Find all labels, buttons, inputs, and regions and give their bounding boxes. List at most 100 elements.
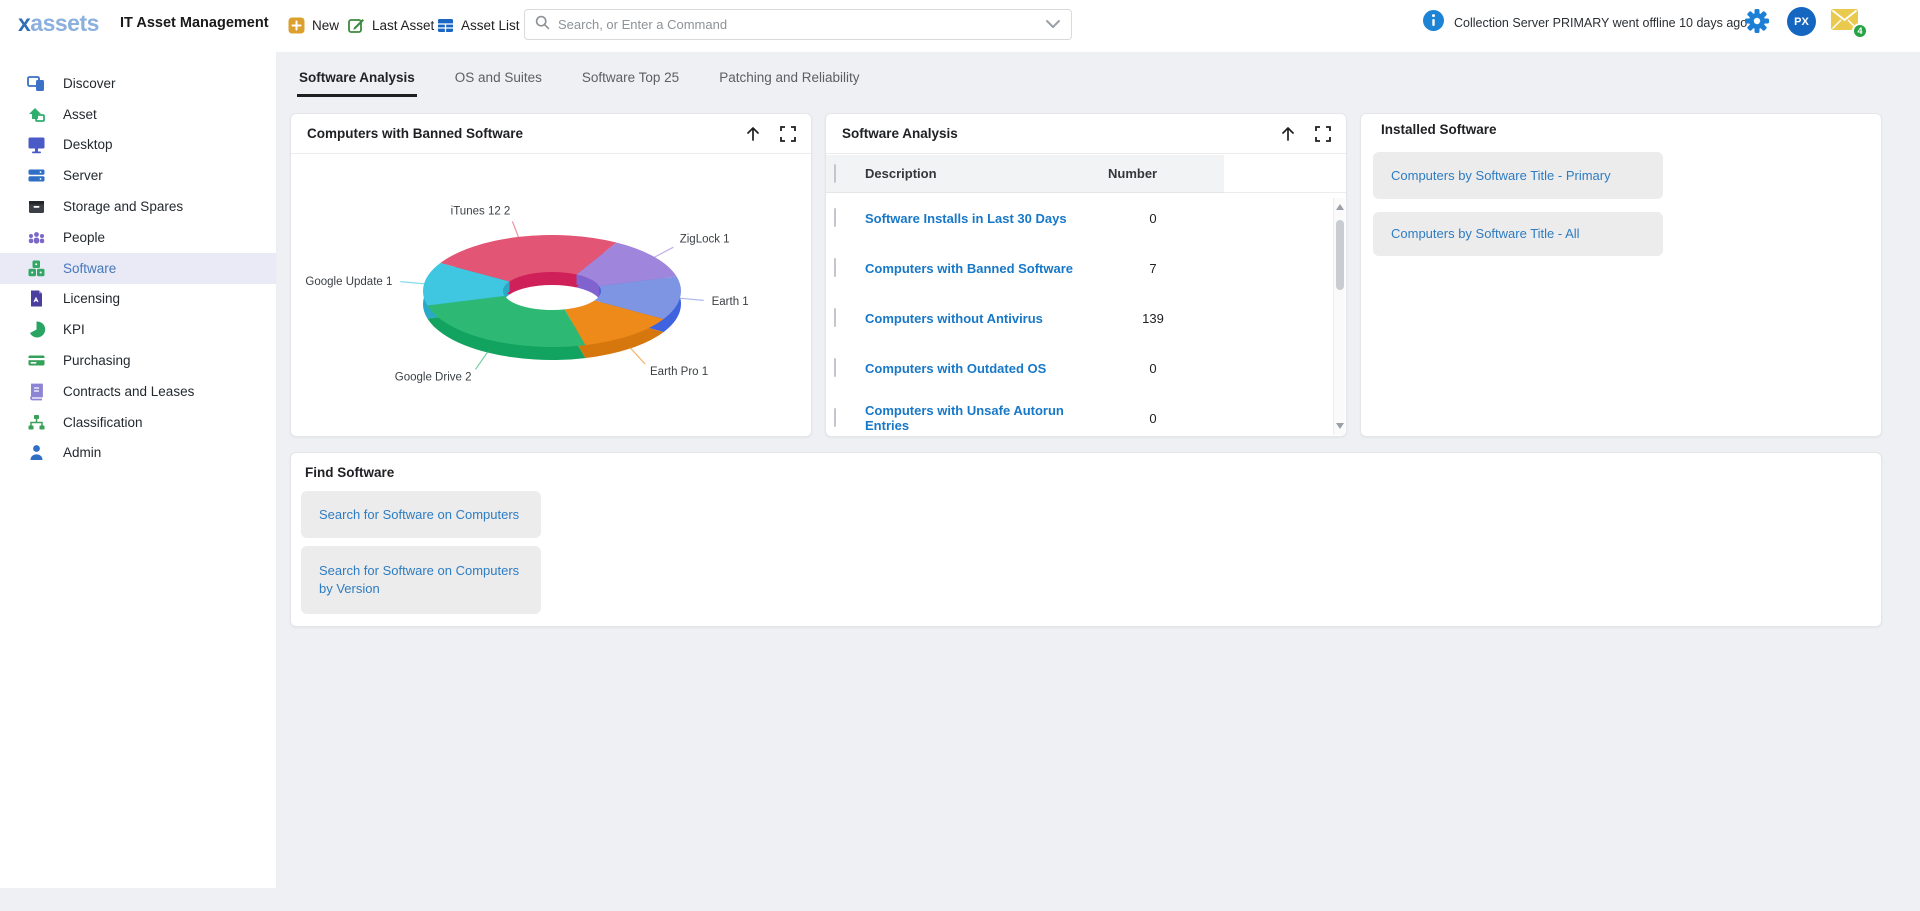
select-all-checkbox[interactable]: [834, 164, 836, 183]
table-row: Software Installs in Last 30 Days 0: [826, 193, 1346, 243]
report-link[interactable]: Computers with Banned Software: [858, 261, 1108, 276]
export-up-arrow-icon[interactable]: [1279, 125, 1297, 143]
new-button[interactable]: New: [288, 12, 339, 38]
search-software-on-computers-button[interactable]: Search for Software on Computers: [301, 491, 541, 538]
chevron-down-icon[interactable]: [1045, 16, 1061, 34]
tab-patching-and-reliability[interactable]: Patching and Reliability: [717, 62, 861, 97]
classification-tree-icon: [27, 413, 46, 432]
edit-icon: [348, 17, 365, 34]
sidebar-item-label: Storage and Spares: [63, 199, 183, 214]
chart-slice-label: Earth 1: [712, 296, 749, 308]
report-link[interactable]: Computers without Antivirus: [858, 311, 1108, 326]
sidebar-item-server[interactable]: Server: [0, 160, 276, 191]
card-title: Software Analysis: [842, 126, 958, 141]
logo-x: x: [18, 10, 30, 36]
app-title: IT Asset Management: [120, 15, 269, 31]
sidebar-item-discover[interactable]: Discover: [0, 68, 276, 99]
sidebar-item-purchasing[interactable]: Purchasing: [0, 345, 276, 376]
logo-rest: assets: [30, 10, 99, 36]
report-link[interactable]: Computers with Unsafe Autorun Entries: [858, 403, 1108, 433]
row-checkbox[interactable]: [834, 358, 836, 377]
row-checkbox[interactable]: [834, 308, 836, 327]
desktop-icon: [27, 135, 46, 154]
find-software-card: Find Software Search for Software on Com…: [290, 452, 1882, 627]
report-link[interactable]: Computers with Outdated OS: [858, 361, 1108, 376]
storage-box-icon: [27, 197, 46, 216]
sidebar-item-storage-and-spares[interactable]: Storage and Spares: [0, 191, 276, 222]
kpi-pie-icon: [27, 320, 46, 339]
chart-slice-label: iTunes 12 2: [451, 206, 511, 218]
sidebar-item-label: KPI: [63, 322, 85, 337]
report-link[interactable]: Software Installs in Last 30 Days: [858, 211, 1108, 226]
table-scrollbar[interactable]: [1333, 198, 1345, 435]
card-title: Installed Software: [1381, 122, 1497, 137]
bottom-strip: [0, 888, 277, 911]
table-row: Computers with Outdated OS 0: [826, 343, 1346, 393]
server-icon: [27, 166, 46, 185]
column-header-description[interactable]: Description: [858, 166, 1108, 181]
search-icon: [535, 15, 550, 35]
chart-slice-label: Google Drive 2: [395, 372, 472, 384]
scroll-down-arrow-icon[interactable]: [1336, 423, 1344, 431]
top-bar: xassets IT Asset Management New Last Ass…: [0, 0, 1920, 52]
sidebar-item-desktop[interactable]: Desktop: [0, 130, 276, 161]
scroll-up-arrow-icon[interactable]: [1336, 202, 1344, 210]
last-asset-button-label: Last Asset: [372, 18, 434, 33]
scrollbar-thumb[interactable]: [1336, 220, 1344, 290]
row-checkbox[interactable]: [834, 258, 836, 277]
row-checkbox[interactable]: [834, 208, 836, 227]
sidebar-item-asset[interactable]: Asset: [0, 99, 276, 130]
expand-fullscreen-icon[interactable]: [779, 125, 797, 143]
sidebar-item-label: Server: [63, 168, 103, 183]
banned-software-chart: iTunes 12 2ZigLock 1Earth 1Earth Pro 1Go…: [291, 154, 812, 437]
sidebar-item-contracts-and-leases[interactable]: Contracts and Leases: [0, 376, 276, 407]
search-software-on-computers-by-version-button[interactable]: Search for Software on Computers by Vers…: [301, 546, 541, 614]
table-row: Computers with Unsafe Autorun Entries 0: [826, 393, 1346, 437]
last-asset-button[interactable]: Last Asset: [348, 12, 434, 38]
banned-software-card-header: Computers with Banned Software: [291, 114, 811, 154]
user-avatar[interactable]: PX: [1787, 7, 1816, 36]
sidebar-item-label: Discover: [63, 76, 116, 91]
table-row: Computers with Banned Software 7: [826, 243, 1346, 293]
mail-button[interactable]: 4: [1831, 9, 1865, 39]
row-checkbox[interactable]: [834, 408, 836, 427]
tab-software-top-25[interactable]: Software Top 25: [580, 62, 681, 97]
tab-software-analysis[interactable]: Software Analysis: [297, 62, 417, 97]
analysis-table-body: Software Installs in Last 30 Days 0 Comp…: [826, 193, 1346, 436]
search-input[interactable]: [558, 17, 1037, 32]
sidebar-item-label: Admin: [63, 445, 101, 460]
xassets-logo[interactable]: xassets: [18, 10, 99, 37]
sidebar-item-label: People: [63, 230, 105, 245]
computers-by-software-title-primary-button[interactable]: Computers by Software Title - Primary: [1373, 152, 1663, 199]
column-header-number[interactable]: Number: [1108, 166, 1224, 181]
sidebar-item-admin[interactable]: Admin: [0, 438, 276, 469]
tab-bar: Software Analysis OS and Suites Software…: [297, 62, 862, 97]
report-count: 0: [1108, 361, 1224, 376]
sidebar-item-people[interactable]: People: [0, 222, 276, 253]
contracts-book-icon: [27, 382, 46, 401]
computers-by-software-title-all-button[interactable]: Computers by Software Title - All: [1373, 212, 1663, 256]
plus-icon: [288, 17, 305, 34]
sidebar-item-classification[interactable]: Classification: [0, 407, 276, 438]
asset-icon: [27, 105, 46, 124]
sidebar-nav: Discover Asset Desktop Server Storage an…: [0, 52, 277, 888]
settings-gear-icon[interactable]: [1744, 8, 1770, 34]
sidebar-item-licensing[interactable]: Licensing: [0, 284, 276, 315]
server-notification[interactable]: Collection Server PRIMARY went offline 1…: [1423, 10, 1747, 36]
export-up-arrow-icon[interactable]: [744, 125, 762, 143]
asset-list-button[interactable]: Asset List: [437, 12, 520, 38]
card-title: Find Software: [305, 465, 394, 480]
sidebar-item-label: Contracts and Leases: [63, 384, 194, 399]
command-search: [524, 9, 1072, 40]
admin-person-icon: [27, 443, 46, 462]
purchasing-card-icon: [27, 351, 46, 370]
chart-slice-label: Earth Pro 1: [650, 366, 708, 378]
card-title: Computers with Banned Software: [307, 126, 523, 141]
main-content: Software Analysis OS and Suites Software…: [277, 52, 1920, 911]
sidebar-item-software[interactable]: Software: [0, 253, 276, 284]
sidebar-item-label: Purchasing: [63, 353, 131, 368]
tab-os-and-suites[interactable]: OS and Suites: [453, 62, 544, 97]
table-icon: [437, 17, 454, 34]
expand-fullscreen-icon[interactable]: [1314, 125, 1332, 143]
sidebar-item-kpi[interactable]: KPI: [0, 314, 276, 345]
